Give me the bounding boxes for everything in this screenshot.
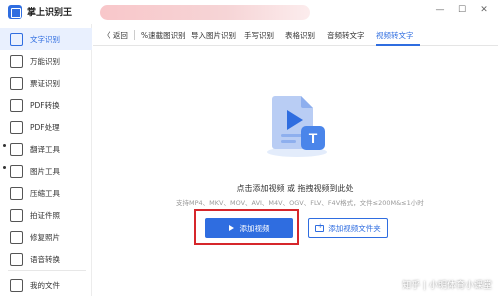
svg-text:T: T [309, 130, 318, 146]
voice-icon [10, 252, 23, 266]
sidebar-item-compress[interactable]: 压缩工具 [0, 182, 92, 204]
folder-icon [10, 278, 23, 292]
sidebar-item-voice[interactable]: 语音转换 [0, 248, 92, 270]
maximize-icon[interactable]: ☐ [454, 2, 470, 18]
id-photo-icon [10, 208, 23, 222]
play-icon [228, 225, 234, 231]
tab-import-image-recognition[interactable]: 导入图片识别 [191, 30, 236, 41]
tab-screenshot-recognition[interactable]: %速截图识别 [141, 30, 186, 41]
sidebar-item-text-recognition[interactable]: 文字识别 [0, 28, 92, 50]
video-to-text-icon: T [267, 96, 327, 157]
drop-hint: 点击添加视频 或 拖拽视频到此处 [236, 184, 354, 193]
sidebar-item-label: 翻译工具 [30, 144, 60, 154]
sidebar-item-ticket-recognition[interactable]: 票证识别 [0, 72, 92, 94]
sidebar-item-label: 压缩工具 [30, 188, 60, 198]
sidebar-item-label: PDF转换 [30, 100, 60, 110]
sidebar-item-label: 拍证件照 [30, 210, 60, 220]
sidebar-item-label: 万能识别 [30, 56, 60, 66]
redacted-banner [100, 5, 310, 20]
tab-video-to-text[interactable]: 视频转文字 [376, 30, 414, 41]
ticket-icon [10, 76, 23, 90]
sidebar-item-label: 语音转换 [30, 254, 60, 264]
repair-photo-icon [10, 230, 23, 244]
translate-icon [10, 142, 23, 156]
title-bar: 掌上识别王 — ☐ ✕ [0, 0, 498, 24]
watermark: 知乎 | 小明体育小课堂 [402, 281, 492, 291]
add-video-folder-button[interactable]: 添加视频文件夹 [308, 218, 388, 238]
sidebar-item-translate[interactable]: 翻译工具 [0, 138, 92, 160]
divider [134, 30, 135, 40]
tab-handwriting-recognition[interactable]: 手写识别 [244, 30, 274, 41]
add-video-label: 添加视频 [239, 223, 270, 233]
add-folder-label: 添加视频文件夹 [328, 223, 381, 233]
app-window: 掌上识别王 — ☐ ✕ 文字识别 万能识别 票证识别 PDF转换 PDF处理 翻… [0, 0, 498, 296]
sidebar-item-label: 票证识别 [30, 78, 60, 88]
add-folder-icon [315, 222, 325, 232]
pdf-convert-icon [10, 98, 23, 112]
sidebar-item-label: 我的文件 [30, 280, 60, 290]
add-video-button[interactable]: 添加视频 [205, 218, 293, 238]
sidebar: 文字识别 万能识别 票证识别 PDF转换 PDF处理 翻译工具 图片工具 压缩工… [0, 24, 92, 296]
back-button[interactable]: 〈 返回 [103, 30, 128, 41]
close-icon[interactable]: ✕ [476, 2, 492, 18]
minimize-icon[interactable]: — [432, 2, 448, 18]
active-tab-indicator [376, 44, 420, 46]
app-logo-icon [8, 5, 22, 19]
sidebar-item-my-files[interactable]: 我的文件 [0, 274, 92, 296]
app-title: 掌上识别王 [27, 8, 73, 18]
supported-formats: 支持MP4、MKV、MOV、AVI、M4V、OGV、FLV、F4V格式，文件≤2… [176, 199, 424, 207]
sidebar-item-pdf-process[interactable]: PDF处理 [0, 116, 92, 138]
pdf-process-icon [10, 120, 23, 134]
window-controls: — ☐ ✕ [432, 2, 492, 18]
tab-bar: 〈 返回 %速截图识别 导入图片识别 手写识别 表格识别 音频转文字 视频转文字 [93, 24, 498, 46]
sidebar-item-id-photo[interactable]: 拍证件照 [0, 204, 92, 226]
image-icon [10, 164, 23, 178]
sidebar-item-label: PDF处理 [30, 122, 60, 132]
sidebar-item-pdf-convert[interactable]: PDF转换 [0, 94, 92, 116]
sidebar-divider [8, 270, 86, 271]
sidebar-item-label: 修复照片 [30, 232, 60, 242]
compress-icon [10, 186, 23, 200]
sidebar-item-repair-photo[interactable]: 修复照片 [0, 226, 92, 248]
tab-table-recognition[interactable]: 表格识别 [285, 30, 315, 41]
sidebar-item-label: 图片工具 [30, 166, 60, 176]
text-scan-icon [10, 32, 23, 46]
sidebar-item-label: 文字识别 [30, 34, 60, 44]
sidebar-item-image-tools[interactable]: 图片工具 [0, 160, 92, 182]
scan-icon [10, 54, 23, 68]
sidebar-item-universal-recognition[interactable]: 万能识别 [0, 50, 92, 72]
tab-audio-to-text[interactable]: 音频转文字 [327, 30, 365, 41]
